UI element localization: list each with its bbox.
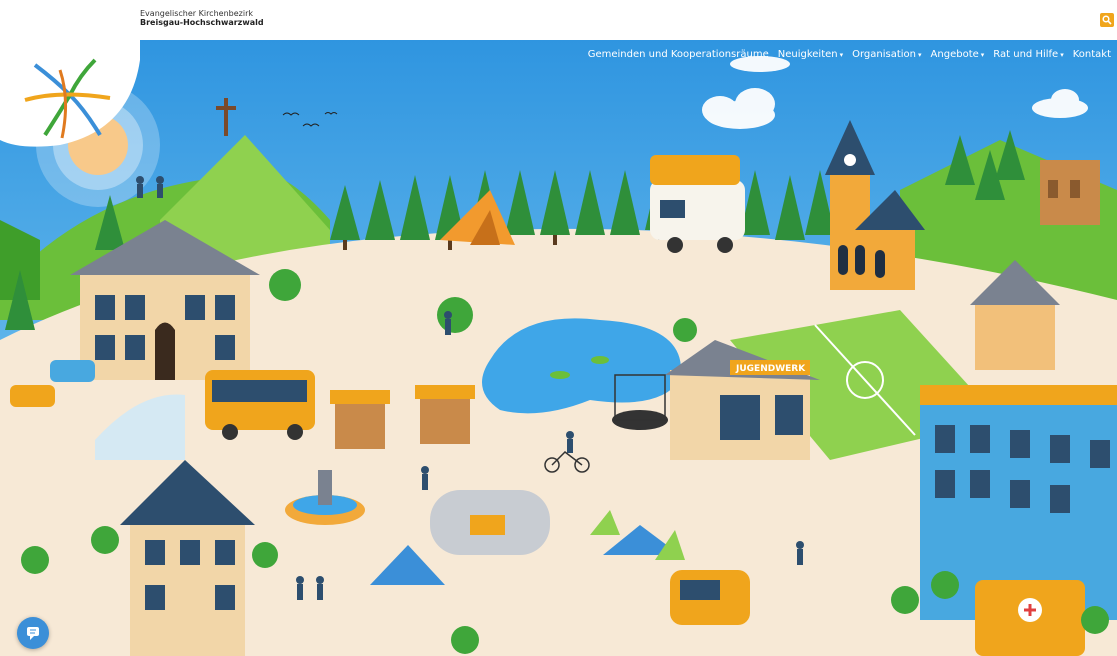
hero-illustration: JUGENDWERK (0, 40, 1117, 656)
nav-item-angebote[interactable]: Angebote ▾ (931, 49, 985, 60)
chevron-down-icon: ▾ (839, 51, 844, 59)
nav-label: Organisation (852, 49, 917, 60)
org-name-line2: Breisgau-Hochschwarzwald (140, 18, 264, 27)
jugendwerk-sign: JUGENDWERK (735, 364, 806, 374)
org-name[interactable]: Evangelischer Kirchenbezirk Breisgau-Hoc… (140, 9, 264, 27)
nav-label: Neuigkeiten (777, 49, 838, 60)
nav-item-organisation[interactable]: Organisation ▾ (852, 49, 921, 60)
nav-item-rat-und-hilfe[interactable]: Rat und Hilfe ▾ (993, 49, 1063, 60)
logo[interactable] (0, 40, 140, 150)
nav-label: Gemeinden und Kooperationsräume (587, 49, 769, 60)
org-name-line1: Evangelischer Kirchenbezirk (140, 9, 253, 18)
chat-icon (27, 627, 39, 640)
nav-item-neuigkeiten[interactable]: Neuigkeiten ▾ (778, 49, 843, 60)
nav-label: Rat und Hilfe (993, 49, 1059, 60)
chevron-down-icon: ▾ (980, 51, 985, 59)
chevron-down-icon: ▾ (918, 51, 922, 59)
nav-item-gemeinden[interactable]: Gemeinden und Kooperationsräume (588, 49, 769, 60)
search-icon (1102, 15, 1112, 25)
search-button[interactable] (1100, 13, 1114, 27)
chat-button[interactable] (17, 617, 49, 649)
chevron-down-icon: ▾ (1060, 51, 1064, 59)
main-nav: Gemeinden und Kooperationsräume Neuigkei… (588, 49, 1111, 60)
top-bar: Evangelischer Kirchenbezirk Breisgau-Hoc… (0, 0, 1117, 40)
nav-item-kontakt[interactable]: Kontakt (1073, 49, 1111, 60)
nav-label: Kontakt (1072, 49, 1111, 60)
nav-label: Angebote (930, 49, 979, 60)
